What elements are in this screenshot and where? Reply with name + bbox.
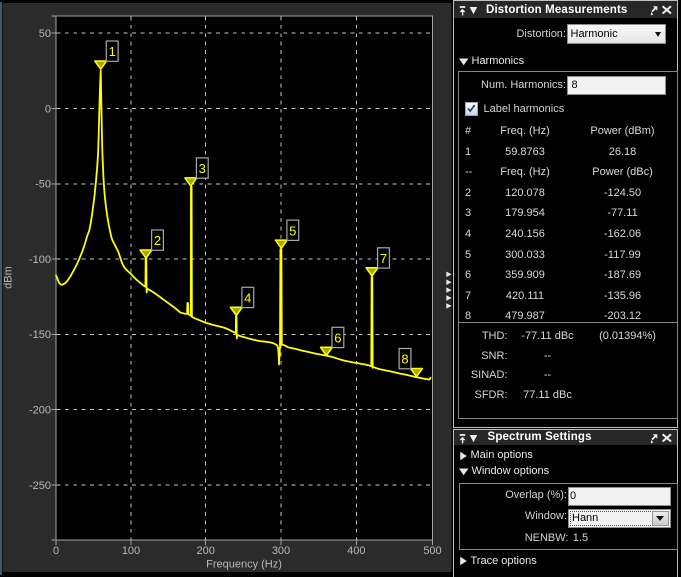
svg-text:300: 300 — [272, 545, 290, 557]
svg-text:200: 200 — [197, 545, 215, 557]
svg-text:Frequency (Hz): Frequency (Hz) — [206, 559, 282, 571]
svg-text:-50: -50 — [35, 179, 51, 191]
svg-text:dBm: dBm — [3, 266, 15, 289]
svg-text:-250: -250 — [29, 480, 51, 492]
svg-text:2: 2 — [154, 233, 161, 248]
svg-text:50: 50 — [39, 28, 51, 40]
svg-text:1: 1 — [109, 44, 116, 59]
svg-text:7: 7 — [380, 251, 387, 266]
svg-text:0: 0 — [45, 103, 51, 115]
svg-text:100: 100 — [122, 545, 140, 557]
svg-text:5: 5 — [289, 223, 296, 238]
svg-text:-150: -150 — [29, 329, 51, 341]
svg-text:0: 0 — [53, 545, 59, 557]
svg-text:-200: -200 — [29, 405, 51, 417]
svg-text:3: 3 — [199, 161, 206, 176]
svg-text:400: 400 — [347, 545, 365, 557]
svg-text:500: 500 — [423, 545, 441, 557]
svg-text:-100: -100 — [29, 254, 51, 266]
svg-text:6: 6 — [334, 331, 341, 346]
svg-text:8: 8 — [401, 352, 408, 367]
svg-text:4: 4 — [244, 291, 251, 306]
